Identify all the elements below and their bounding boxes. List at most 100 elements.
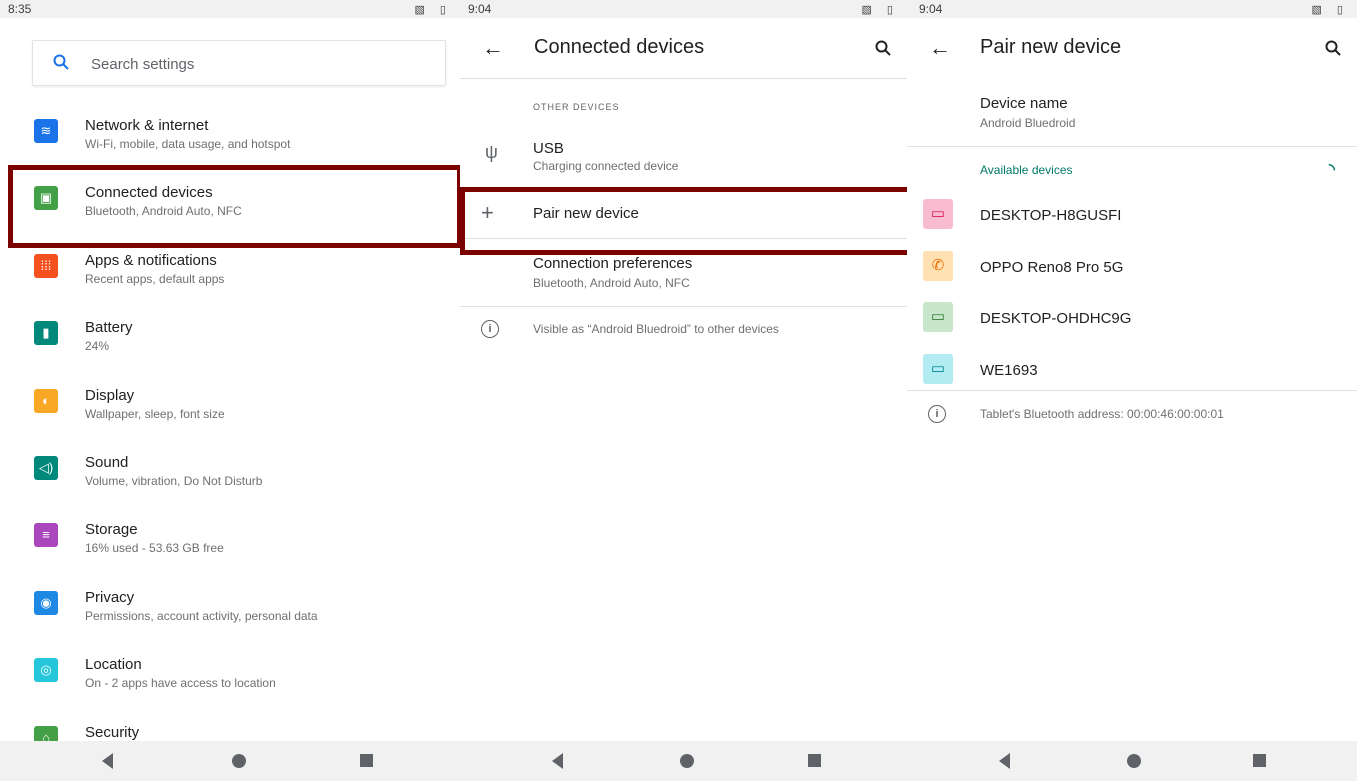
sound-icon: ◁) bbox=[34, 456, 58, 480]
info-icon: i bbox=[928, 405, 946, 423]
nav-back-button[interactable] bbox=[102, 753, 113, 769]
device-name: DESKTOP-H8GUSFI bbox=[980, 207, 1122, 224]
visible-as-note: Visible as “Android Bluedroid” to other … bbox=[533, 322, 779, 336]
settings-item-title: Security bbox=[85, 724, 140, 741]
nav-bar bbox=[460, 741, 907, 781]
page-title: Pair new device bbox=[980, 36, 1122, 58]
loading-spinner-icon: ◝ bbox=[1329, 161, 1335, 178]
battery-icon: ▮ bbox=[34, 321, 58, 345]
status-icons: ▧ ▯ bbox=[861, 4, 899, 16]
connection-preferences-title: Connection preferences bbox=[533, 255, 693, 272]
available-device-row[interactable]: ▭ WE1693 bbox=[907, 345, 1357, 393]
status-time: 9:04 bbox=[919, 2, 943, 16]
nav-home-button[interactable] bbox=[680, 754, 694, 768]
device-name-title: Device name bbox=[980, 95, 1068, 112]
device-name: WE1693 bbox=[980, 362, 1038, 379]
status-icons: ▧ ▯ bbox=[414, 4, 452, 16]
laptop-icon: ▭ bbox=[923, 199, 953, 229]
divider bbox=[907, 390, 1357, 391]
settings-item-title: Privacy bbox=[85, 589, 135, 606]
bluetooth-address-note: Tablet's Bluetooth address: 00:00:46:00:… bbox=[980, 407, 1224, 421]
privacy-icon: ◉ bbox=[34, 591, 58, 615]
settings-item-title: Sound bbox=[85, 454, 129, 471]
available-device-row[interactable]: ▭ DESKTOP-H8GUSFI bbox=[907, 190, 1357, 238]
settings-item-subtitle: On - 2 apps have access to location bbox=[85, 676, 276, 690]
nav-bar bbox=[907, 741, 1357, 781]
nav-recents-button[interactable] bbox=[808, 754, 821, 767]
wifi-icon: ≋ bbox=[34, 119, 58, 143]
search-icon[interactable] bbox=[1325, 40, 1341, 61]
available-devices-label: Available devices bbox=[980, 163, 1073, 177]
device-name-value: Android Bluedroid bbox=[980, 116, 1076, 130]
settings-panel: 8:35 ▧ ▯ ≋ Network & internet Wi-Fi, mobil… bbox=[0, 0, 460, 781]
nav-home-button[interactable] bbox=[232, 754, 246, 768]
settings-item-battery[interactable]: ▮ Battery 24% bbox=[0, 305, 460, 365]
info-icon: i bbox=[481, 320, 499, 338]
app-bar: ← Pair new device bbox=[907, 18, 1357, 78]
search-icon[interactable] bbox=[875, 40, 891, 61]
settings-item-storage[interactable]: ≡ Storage 16% used - 53.63 GB free bbox=[0, 507, 460, 567]
usb-subtitle: Charging connected device bbox=[533, 159, 679, 173]
app-bar: ← Connected devices bbox=[460, 18, 907, 79]
laptop-icon: ▭ bbox=[923, 302, 953, 332]
settings-item-sound[interactable]: ◁) Sound Volume, vibration, Do Not Disturb bbox=[0, 440, 460, 500]
settings-item-subtitle: Wallpaper, sleep, font size bbox=[85, 407, 225, 421]
phone-icon: ✆ bbox=[923, 251, 953, 281]
settings-item-subtitle: Permissions, account activity, personal … bbox=[85, 609, 318, 623]
usb-title: USB bbox=[533, 140, 564, 157]
section-header-other-devices: OTHER DEVICES bbox=[533, 102, 620, 112]
display-icon: ◐ bbox=[34, 389, 58, 413]
back-arrow-icon[interactable]: ← bbox=[929, 35, 951, 61]
connected-devices-panel: 9:04 ▧ ▯ ← Connected devices OTHER DEVIC… bbox=[460, 0, 907, 781]
search-input[interactable] bbox=[89, 51, 433, 77]
settings-item-title: Storage bbox=[85, 521, 138, 538]
settings-item-subtitle: Recent apps, default apps bbox=[85, 272, 225, 286]
nav-recents-button[interactable] bbox=[1253, 754, 1266, 767]
location-icon: ◎ bbox=[34, 658, 58, 682]
nav-home-button[interactable] bbox=[1127, 754, 1141, 768]
settings-item-network-internet[interactable]: ≋ Network & internet Wi-Fi, mobile, data u… bbox=[0, 103, 460, 163]
available-device-row[interactable]: ✆ OPPO Reno8 Pro 5G bbox=[907, 242, 1357, 290]
connection-preferences-row[interactable]: Connection preferences Bluetooth, Androi… bbox=[460, 248, 907, 298]
apps-icon: ⁞⁞⁞ bbox=[34, 254, 58, 278]
search-settings-box[interactable] bbox=[32, 40, 446, 86]
usb-row[interactable]: ψ USB Charging connected device bbox=[460, 130, 907, 182]
status-time: 9:04 bbox=[468, 2, 492, 16]
usb-icon: ψ bbox=[485, 142, 498, 162]
highlight-connected-devices bbox=[8, 165, 460, 248]
divider bbox=[460, 306, 907, 307]
laptop-icon: ▭ bbox=[923, 354, 953, 384]
highlight-pair-new-device bbox=[460, 187, 915, 255]
nav-recents-button[interactable] bbox=[360, 754, 373, 767]
settings-item-subtitle: Volume, vibration, Do Not Disturb bbox=[85, 474, 263, 488]
settings-item-privacy[interactable]: ◉ Privacy Permissions, account activity, p… bbox=[0, 575, 460, 635]
settings-item-title: Location bbox=[85, 656, 142, 673]
back-arrow-icon[interactable]: ← bbox=[482, 35, 504, 61]
pair-new-device-panel: 9:04 ▧ ▯ ← Pair new device Device name A… bbox=[907, 0, 1357, 781]
connection-preferences-subtitle: Bluetooth, Android Auto, NFC bbox=[533, 276, 690, 290]
device-name-row[interactable]: Device name Android Bluedroid bbox=[907, 88, 1357, 138]
device-name: OPPO Reno8 Pro 5G bbox=[980, 259, 1124, 276]
settings-item-title: Network & internet bbox=[85, 117, 209, 134]
status-icons: ▧ ▯ bbox=[1311, 4, 1349, 16]
settings-item-subtitle: 16% used - 53.63 GB free bbox=[85, 541, 224, 555]
available-device-row[interactable]: ▭ DESKTOP-OHDHC9G bbox=[907, 293, 1357, 341]
status-bar: 8:35 ▧ ▯ bbox=[0, 0, 460, 18]
settings-item-title: Display bbox=[85, 387, 135, 404]
status-bar: 9:04 ▧ ▯ bbox=[460, 0, 907, 18]
nav-back-button[interactable] bbox=[552, 753, 563, 769]
nav-bar bbox=[0, 741, 460, 781]
divider bbox=[907, 146, 1357, 147]
status-time: 8:35 bbox=[8, 2, 32, 16]
settings-item-display[interactable]: ◐ Display Wallpaper, sleep, font size bbox=[0, 373, 460, 433]
storage-icon: ≡ bbox=[34, 523, 58, 547]
page-title: Connected devices bbox=[534, 36, 705, 58]
settings-item-location[interactable]: ◎ Location On - 2 apps have access to loca… bbox=[0, 642, 460, 702]
settings-item-subtitle: 24% bbox=[85, 339, 110, 353]
settings-item-title: Battery bbox=[85, 319, 133, 336]
settings-item-title: Apps & notifications bbox=[85, 252, 217, 269]
nav-back-button[interactable] bbox=[999, 753, 1010, 769]
status-bar: 9:04 ▧ ▯ bbox=[907, 0, 1357, 18]
settings-item-subtitle: Wi-Fi, mobile, data usage, and hotspot bbox=[85, 137, 291, 151]
search-icon bbox=[53, 54, 69, 75]
